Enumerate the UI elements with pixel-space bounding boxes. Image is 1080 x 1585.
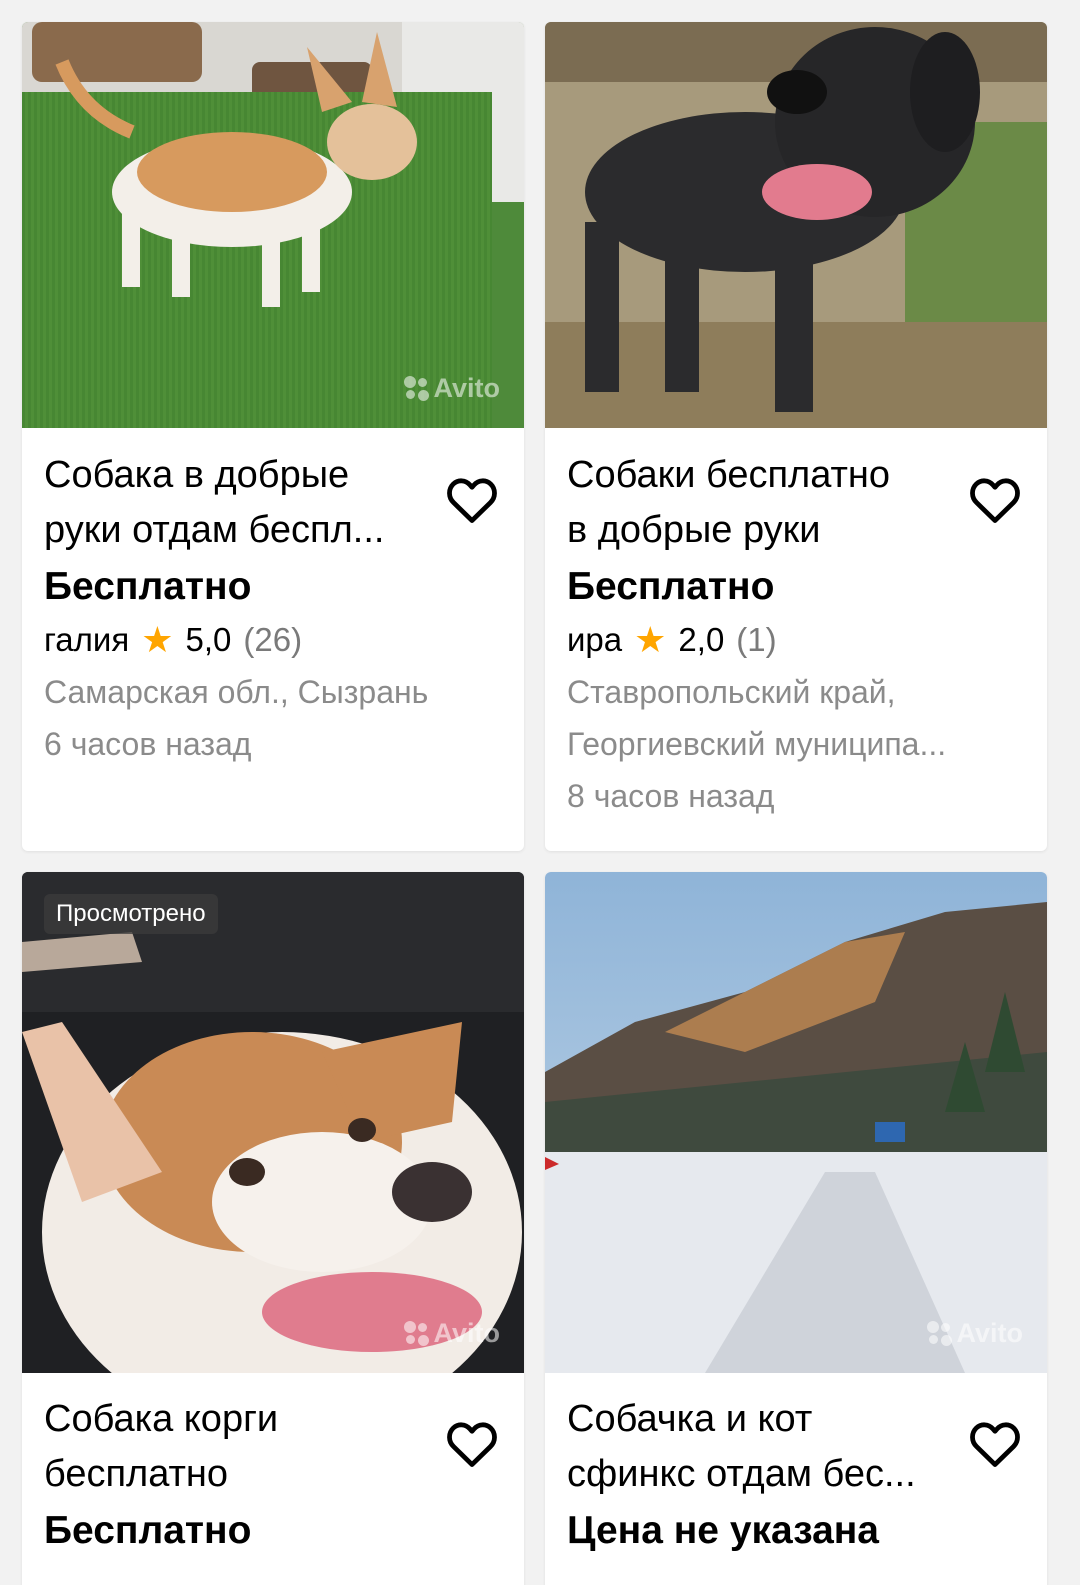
listing-card[interactable]: Avito Собака в добрые руки отдам беспл..…	[22, 22, 524, 851]
listing-price: Бесплатно	[44, 565, 252, 608]
listing-photo-corgi[interactable]: Просмотрено Avito	[22, 872, 524, 1373]
seller-name: галия	[44, 621, 130, 658]
listing-info: Собаки бесплатно в добрые руки Бесплатно…	[567, 448, 1025, 822]
listing-location: Самарская обл., Сызрань	[44, 674, 429, 710]
avito-watermark: Avito	[403, 1318, 500, 1349]
listing-info: Собака корги бесплатно Бесплатно	[44, 1392, 502, 1560]
heart-icon[interactable]	[446, 476, 498, 524]
seller-rating-row[interactable]: галия ★ 5,0 (26)	[44, 616, 502, 664]
listing-card[interactable]: Просмотрено Avito Собака корги бесплатно…	[22, 872, 524, 1585]
heart-icon[interactable]	[446, 1420, 498, 1468]
listing-price: Бесплатно	[44, 1509, 252, 1552]
listing-card[interactable]: Собаки бесплатно в добрые руки Бесплатно…	[545, 22, 1047, 851]
listing-photo-winter-road[interactable]: Avito	[545, 872, 1047, 1373]
avito-watermark: Avito	[403, 373, 500, 404]
review-count: (26)	[243, 621, 303, 658]
rating-value: 5,0	[185, 621, 232, 658]
heart-icon[interactable]	[969, 476, 1021, 524]
listing-card[interactable]: Avito Собачка и кот сфинкс отдам бес... …	[545, 872, 1047, 1585]
listing-photo-black-dog[interactable]	[545, 22, 1047, 428]
listing-title[interactable]: Собака корги бесплатно	[44, 1392, 434, 1502]
star-icon: ★	[634, 619, 667, 660]
listing-title[interactable]: Собачка и кот сфинкс отдам бес...	[567, 1392, 957, 1502]
listing-photo-chihuahua[interactable]: Avito	[22, 22, 524, 428]
rating-value: 2,0	[678, 621, 725, 658]
avito-logo-icon	[926, 1320, 953, 1347]
viewed-badge: Просмотрено	[44, 894, 218, 934]
listing-info: Собака в добрые руки отдам беспл... Бесп…	[44, 448, 502, 770]
listing-title[interactable]: Собаки бесплатно в добрые руки	[567, 448, 957, 558]
listing-location: Ставропольский край, Георгиевский муници…	[567, 674, 947, 762]
seller-rating-row[interactable]: ира ★ 2,0 (1)	[567, 616, 1025, 664]
seller-name: ира	[567, 621, 623, 658]
listing-time: 8 часов назад	[567, 778, 775, 814]
star-icon: ★	[141, 619, 174, 660]
review-count: (1)	[736, 621, 777, 658]
heart-icon[interactable]	[969, 1420, 1021, 1468]
listing-time: 6 часов назад	[44, 726, 252, 762]
listing-title[interactable]: Собака в добрые руки отдам беспл...	[44, 448, 434, 558]
avito-logo-icon	[403, 1320, 430, 1347]
listing-info: Собачка и кот сфинкс отдам бес... Цена н…	[567, 1392, 1025, 1560]
listing-price: Цена не указана	[567, 1509, 879, 1552]
avito-logo-icon	[403, 375, 430, 402]
listing-price: Бесплатно	[567, 565, 775, 608]
avito-watermark: Avito	[926, 1318, 1023, 1349]
